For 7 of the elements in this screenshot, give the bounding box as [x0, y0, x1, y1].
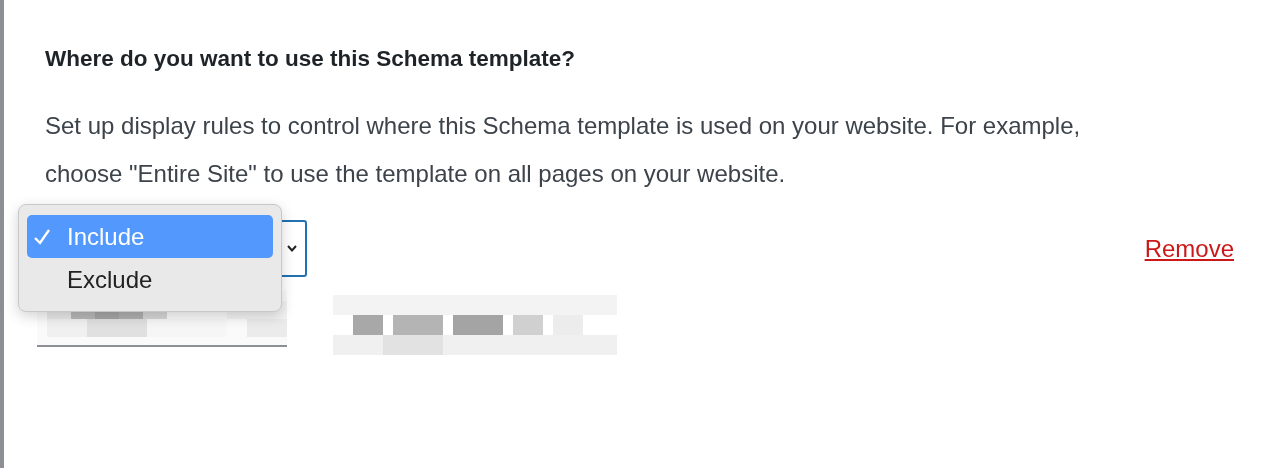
remove-link[interactable]: Remove — [1144, 234, 1234, 263]
menu-option[interactable]: Include — [27, 215, 273, 258]
checkmark-icon — [33, 227, 51, 246]
menu-option[interactable]: Exclude — [27, 258, 273, 301]
description-text: Set up display rules to control where this Schema template is used on your website. For example, choose "Entire Site" to use the template on all pages on your website. — [45, 111, 1082, 189]
chevron-down-icon — [287, 245, 297, 252]
section-heading: Where do you want to use this Schema template? — [45, 46, 577, 72]
